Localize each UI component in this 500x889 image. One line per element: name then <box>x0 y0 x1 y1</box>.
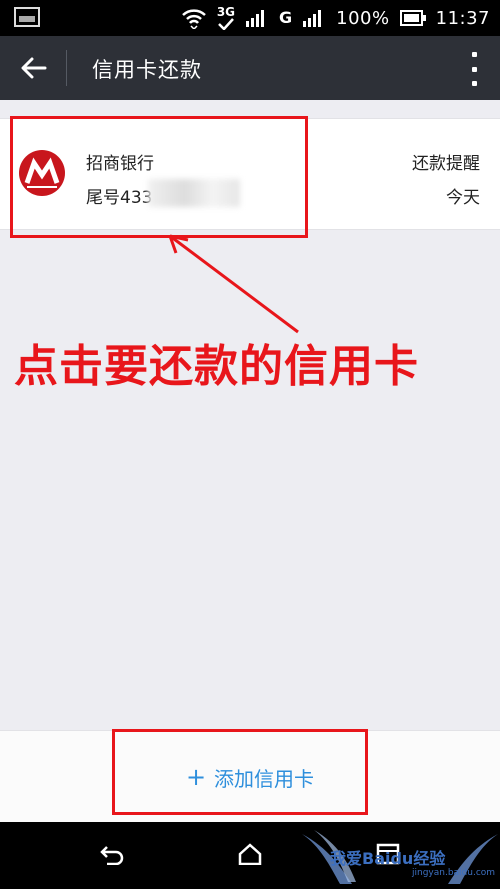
battery-percent: 100% <box>336 7 390 29</box>
back-button[interactable] <box>10 48 58 88</box>
network-3g: 3G <box>217 6 235 30</box>
battery-icon <box>399 10 426 26</box>
gallery-icon-wrap <box>14 7 40 27</box>
check-icon <box>218 18 234 30</box>
annotation-box-add <box>112 729 368 815</box>
app-bar-divider <box>66 50 67 86</box>
watermark-url: jingyan.baidu.com <box>412 868 496 878</box>
arrow-left-icon <box>21 57 47 79</box>
status-bar: 3G G 100% 11:37 <box>0 0 500 36</box>
nav-back-icon <box>100 846 124 865</box>
gallery-icon <box>14 7 40 27</box>
more-vertical-icon-dot <box>471 66 477 72</box>
home-icon <box>238 843 262 865</box>
repayment-reminder-day: 今天 <box>446 188 480 208</box>
status-icons: 3G G 100% 11:37 <box>181 0 490 36</box>
network-label-2: G <box>279 8 293 27</box>
wifi-icon <box>181 9 206 29</box>
clock: 11:37 <box>435 7 490 29</box>
page-title: 信用卡还款 <box>92 58 202 82</box>
nav-home-button[interactable] <box>228 834 272 874</box>
more-vertical-icon-dot <box>471 52 477 57</box>
annotation-text: 点击要还款的信用卡 <box>14 341 419 392</box>
annotation-box-card <box>10 116 308 238</box>
signal-icon <box>246 10 265 27</box>
nav-back-button[interactable] <box>90 834 134 874</box>
watermark-text: 我爱Baidu经验 <box>330 849 446 868</box>
repayment-reminder-label: 还款提醒 <box>412 154 480 174</box>
more-vertical-icon-dot <box>471 81 477 86</box>
network-label: 3G <box>216 5 236 19</box>
app-bar: 信用卡还款 <box>0 36 500 100</box>
signal-icon-2 <box>303 10 322 27</box>
more-button[interactable] <box>464 52 484 86</box>
